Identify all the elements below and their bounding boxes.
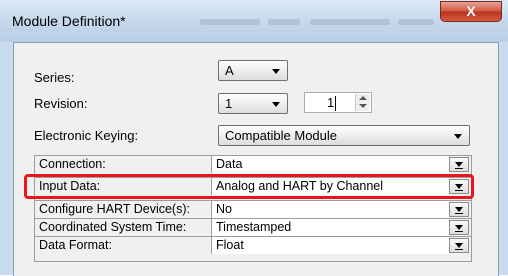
series-label: Series:	[34, 70, 75, 85]
grid-dropdown-button[interactable]	[449, 202, 469, 217]
text-caret	[335, 96, 336, 111]
revision-minor-spinner[interactable]: 1	[304, 92, 372, 113]
keying-value: Compatible Module	[225, 128, 338, 143]
dropdown-bar-icon	[455, 168, 463, 169]
grid-row-value[interactable]: Data	[212, 156, 449, 173]
keying-select[interactable]: Compatible Module	[218, 125, 470, 146]
dropdown-bar-icon	[455, 213, 463, 214]
chevron-down-icon	[455, 162, 463, 167]
revision-major-select[interactable]: 1	[218, 93, 288, 114]
series-select[interactable]: A	[218, 60, 288, 81]
spin-up-icon[interactable]	[359, 96, 367, 100]
chevron-down-icon	[455, 225, 463, 230]
grid-row-name: Coordinated System Time:	[34, 219, 212, 236]
keying-label: Electronic Keying:	[34, 128, 139, 143]
background-tab-ghost	[268, 19, 300, 25]
chevron-down-icon	[272, 69, 280, 74]
grid-row-value[interactable]: Timestamped	[212, 219, 449, 236]
grid-row-value[interactable]: Float	[212, 237, 449, 254]
chevron-down-icon	[455, 243, 463, 248]
window-title: Module Definition*	[12, 13, 126, 29]
chevron-down-icon	[454, 134, 462, 139]
spinner-buttons[interactable]	[355, 94, 370, 111]
revision-label: Revision:	[34, 96, 88, 111]
background-tab-ghost	[200, 19, 260, 25]
grid-dropdown-button[interactable]	[449, 238, 469, 253]
property-grid: Connection: Data Input Data: Analog and …	[34, 155, 472, 263]
close-icon: X	[466, 3, 476, 19]
grid-dropdown-button[interactable]	[449, 220, 469, 235]
grid-row-name: Configure HART Device(s):	[34, 201, 212, 218]
grid-row-name: Connection:	[34, 156, 212, 173]
dropdown-bar-icon	[455, 249, 463, 250]
chevron-down-icon	[272, 102, 280, 107]
grid-row-name: Data Format:	[34, 237, 212, 254]
grid-row-connection[interactable]: Connection: Data	[34, 155, 472, 173]
grid-row-data-format[interactable]: Data Format: Float	[34, 236, 472, 254]
revision-minor-value: 1	[327, 95, 335, 110]
grid-row-coordinated-time[interactable]: Coordinated System Time: Timestamped	[34, 218, 472, 236]
input-data-highlight-box	[24, 174, 474, 199]
grid-dropdown-button[interactable]	[449, 157, 469, 172]
series-value: A	[225, 63, 234, 78]
dropdown-bar-icon	[455, 231, 463, 232]
chevron-down-icon	[455, 207, 463, 212]
title-bar[interactable]: Module Definition* X	[0, 0, 508, 42]
grid-row-configure-hart[interactable]: Configure HART Device(s): No	[34, 200, 472, 218]
close-button[interactable]: X	[440, 1, 502, 22]
background-tab-ghost	[398, 19, 434, 25]
background-tab-ghost	[310, 19, 390, 25]
window-frame: Module Definition* X Series: A Revision:…	[0, 0, 508, 276]
spin-down-icon[interactable]	[359, 104, 367, 108]
revision-major-value: 1	[225, 96, 233, 111]
grid-row-value[interactable]: No	[212, 201, 449, 218]
